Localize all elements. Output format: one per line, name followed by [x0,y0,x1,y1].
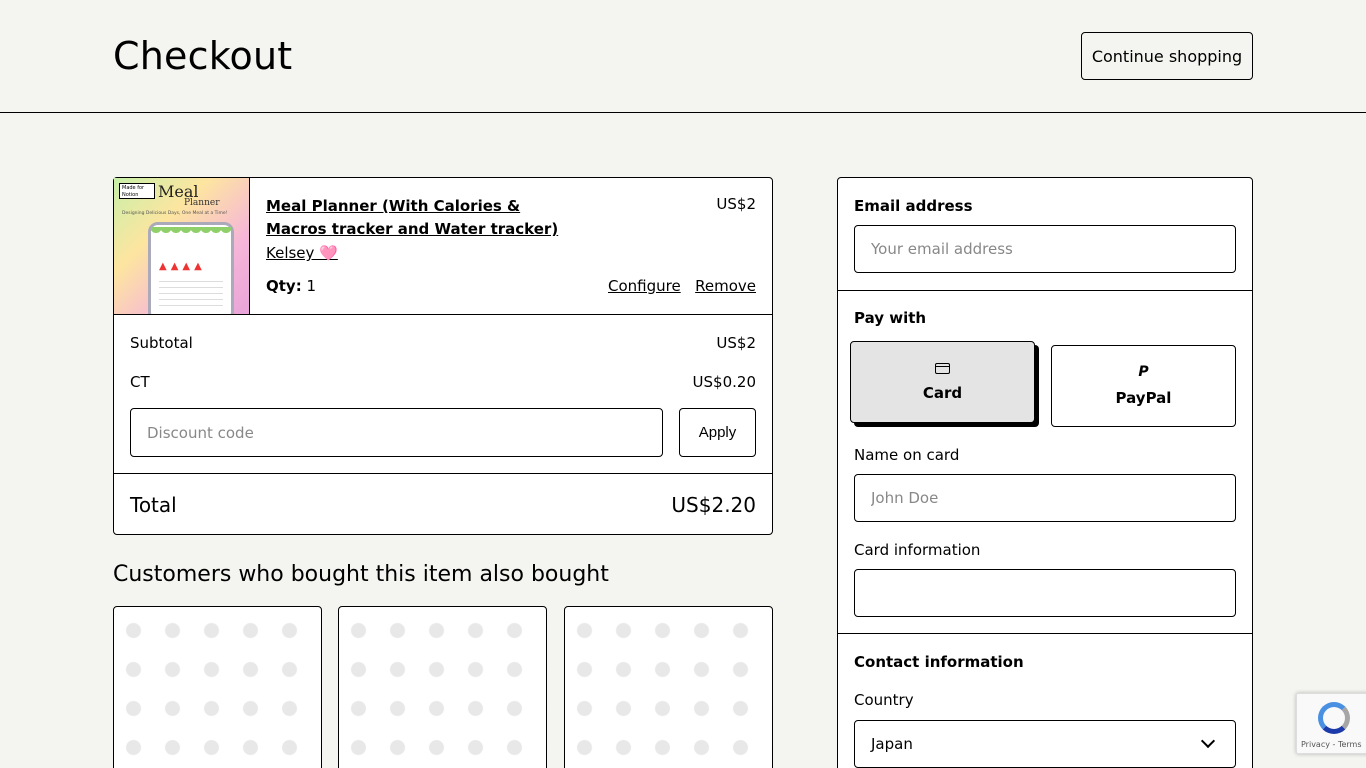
thumbnail-subheading: Planner [184,198,220,208]
tax-label: CT [130,373,150,391]
name-on-card-label: Name on card [854,446,960,464]
discount-code-input[interactable] [130,408,663,457]
cart-summary: Made for Notion Meal Planner Designing D… [113,177,773,535]
notion-badge: Made for Notion [119,183,155,199]
country-label: Country [854,691,914,709]
continue-shopping-button[interactable]: Continue shopping [1081,32,1253,80]
payment-panel: Email address Pay with Card P PayPal Nam… [837,177,1253,768]
qty-value: 1 [306,277,317,295]
recommendation-card[interactable] [564,606,773,768]
phone-mockup: ▲▲▲▲ [148,222,234,314]
page-title: Checkout [113,34,293,78]
item-price: US$2 [716,195,756,213]
seller-link[interactable]: Kelsey 🩷 [266,244,338,262]
divider [838,633,1252,634]
recommendation-card[interactable] [113,606,322,768]
subtotal-value: US$2 [716,334,756,352]
configure-link[interactable]: Configure [608,277,681,295]
wave-decoration [151,227,231,241]
divider [838,290,1252,291]
watermelon-icons: ▲▲▲▲ [159,261,206,272]
total-value: US$2.20 [671,493,756,517]
email-label: Email address [854,197,973,215]
recommendations-title: Customers who bought this item also boug… [113,562,609,587]
cart-item: Made for Notion Meal Planner Designing D… [114,178,772,315]
pay-with-paypal-option[interactable]: P PayPal [1051,345,1236,427]
contact-information-label: Contact information [854,653,1024,671]
recaptcha-links[interactable]: Privacy - Terms [1301,740,1362,749]
country-value: Japan [871,735,913,753]
chevron-down-icon [1200,733,1216,749]
email-input[interactable] [854,225,1236,273]
thumbnail-tagline: Designing Delicious Days, One Meal at a … [122,211,228,216]
card-information-input[interactable] [854,569,1236,617]
qty-label: Qty: [266,277,302,295]
recommendation-card[interactable] [338,606,547,768]
product-title-link[interactable]: Meal Planner (With Calories & Macros tra… [266,195,566,241]
remove-link[interactable]: Remove [695,277,756,295]
card-information-label: Card information [854,541,981,559]
mockup-lines [159,281,223,311]
total-label: Total [130,493,177,517]
paypal-icon: P [1138,364,1149,380]
paypal-option-label: PayPal [1115,389,1172,407]
quantity: Qty: 1 [266,277,316,295]
pay-with-card-option[interactable]: Card [850,341,1035,423]
product-thumbnail[interactable]: Made for Notion Meal Planner Designing D… [114,178,250,314]
country-select[interactable]: Japan [854,720,1236,768]
apply-discount-button[interactable]: Apply [679,408,756,457]
subtotal-label: Subtotal [130,334,193,352]
credit-card-icon [935,362,950,374]
name-on-card-input[interactable] [854,474,1236,522]
header: Checkout Continue shopping [0,0,1366,113]
card-option-label: Card [922,383,963,402]
tax-value: US$0.20 [692,373,756,391]
recaptcha-logo-icon [1318,702,1350,734]
recaptcha-badge[interactable]: Privacy - Terms [1296,693,1366,754]
divider [114,473,772,474]
pay-with-label: Pay with [854,309,927,327]
